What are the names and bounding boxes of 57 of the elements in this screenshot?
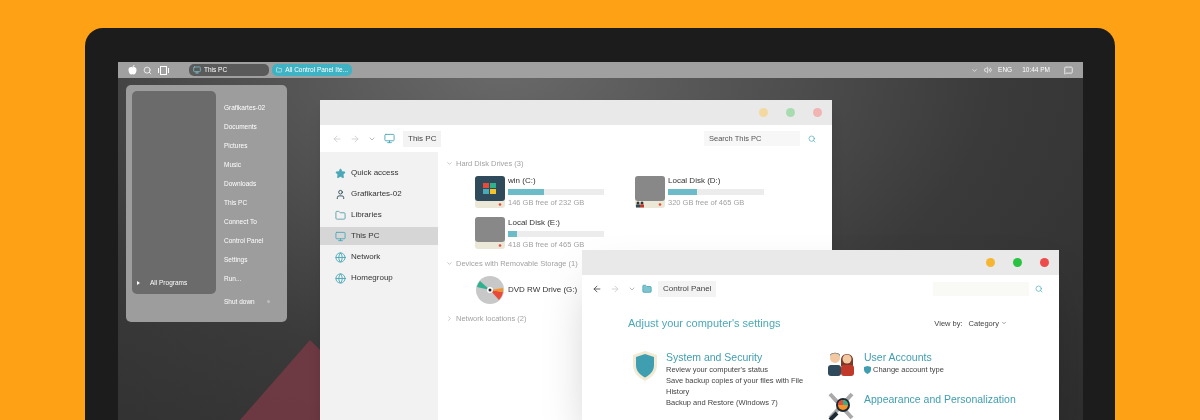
speaker-icon[interactable] — [984, 66, 993, 74]
chevron-icon — [446, 259, 453, 267]
sidebar-item[interactable]: Libraries — [320, 206, 438, 224]
drive-icon — [475, 175, 505, 208]
notification-icon[interactable] — [1064, 65, 1073, 75]
forward-icon[interactable] — [610, 284, 620, 294]
shield-icon — [632, 349, 658, 382]
globe-icon — [335, 272, 346, 284]
forward-icon[interactable] — [350, 133, 360, 144]
monitor-icon — [335, 230, 346, 242]
search-icon[interactable] — [143, 65, 152, 75]
sidebar-item[interactable]: Network — [320, 248, 438, 266]
sidebar-item[interactable]: Homegroup — [320, 269, 438, 287]
tools-icon — [826, 391, 856, 420]
maximize-button[interactable] — [1013, 258, 1022, 267]
maximize-button[interactable] — [786, 108, 795, 117]
drive-icon — [475, 217, 505, 250]
monitor-icon — [384, 133, 395, 144]
drive-name: Local Disk (D:) — [668, 175, 722, 188]
apple-icon[interactable] — [128, 65, 137, 75]
category-link[interactable]: Appearance and Personalization — [864, 391, 1016, 406]
chevron-icon — [446, 315, 453, 323]
back-icon[interactable] — [592, 284, 602, 294]
disc-icon — [475, 275, 505, 305]
address-field[interactable]: This PC — [403, 130, 442, 147]
caret-icon — [1001, 320, 1007, 327]
drive-name: Local Disk (E:) — [508, 216, 561, 229]
close-button[interactable] — [1040, 258, 1049, 267]
chevron-icon — [446, 160, 453, 168]
sidebar-item[interactable]: Grafikartes-02 — [320, 185, 438, 203]
caret-icon[interactable] — [628, 285, 636, 293]
close-button[interactable] — [813, 108, 822, 117]
sidebar-item[interactable]: This PC — [320, 227, 438, 245]
globe-icon — [335, 251, 346, 263]
minimize-button[interactable] — [759, 108, 768, 117]
shield-icon — [864, 365, 871, 374]
drive-item[interactable]: DVD RW Drive (G:) — [475, 275, 578, 305]
minimize-button[interactable] — [986, 258, 995, 267]
chevron-icon[interactable] — [971, 66, 979, 74]
search-icon[interactable] — [1035, 285, 1043, 293]
folder-icon — [335, 209, 346, 221]
folder-icon — [276, 66, 283, 74]
task-view-icon[interactable] — [158, 65, 169, 75]
drive-icon — [635, 175, 665, 208]
page-heading: Adjust your computer's settings — [628, 316, 781, 331]
star-icon — [335, 167, 346, 179]
monitor-icon — [193, 66, 201, 74]
drive-name: DVD RW Drive (G:) — [508, 284, 578, 296]
category-link[interactable]: User Accounts — [864, 349, 944, 364]
sidebar-item[interactable]: Quick access — [320, 164, 438, 182]
folder-icon — [642, 284, 652, 294]
address-field[interactable]: Control Panel — [658, 281, 717, 297]
category-link[interactable]: System and Security — [666, 349, 811, 364]
user-icon — [335, 188, 346, 200]
search-icon[interactable] — [808, 134, 816, 143]
drive-name: win (C:) — [508, 175, 537, 188]
triangle-icon — [137, 281, 140, 286]
